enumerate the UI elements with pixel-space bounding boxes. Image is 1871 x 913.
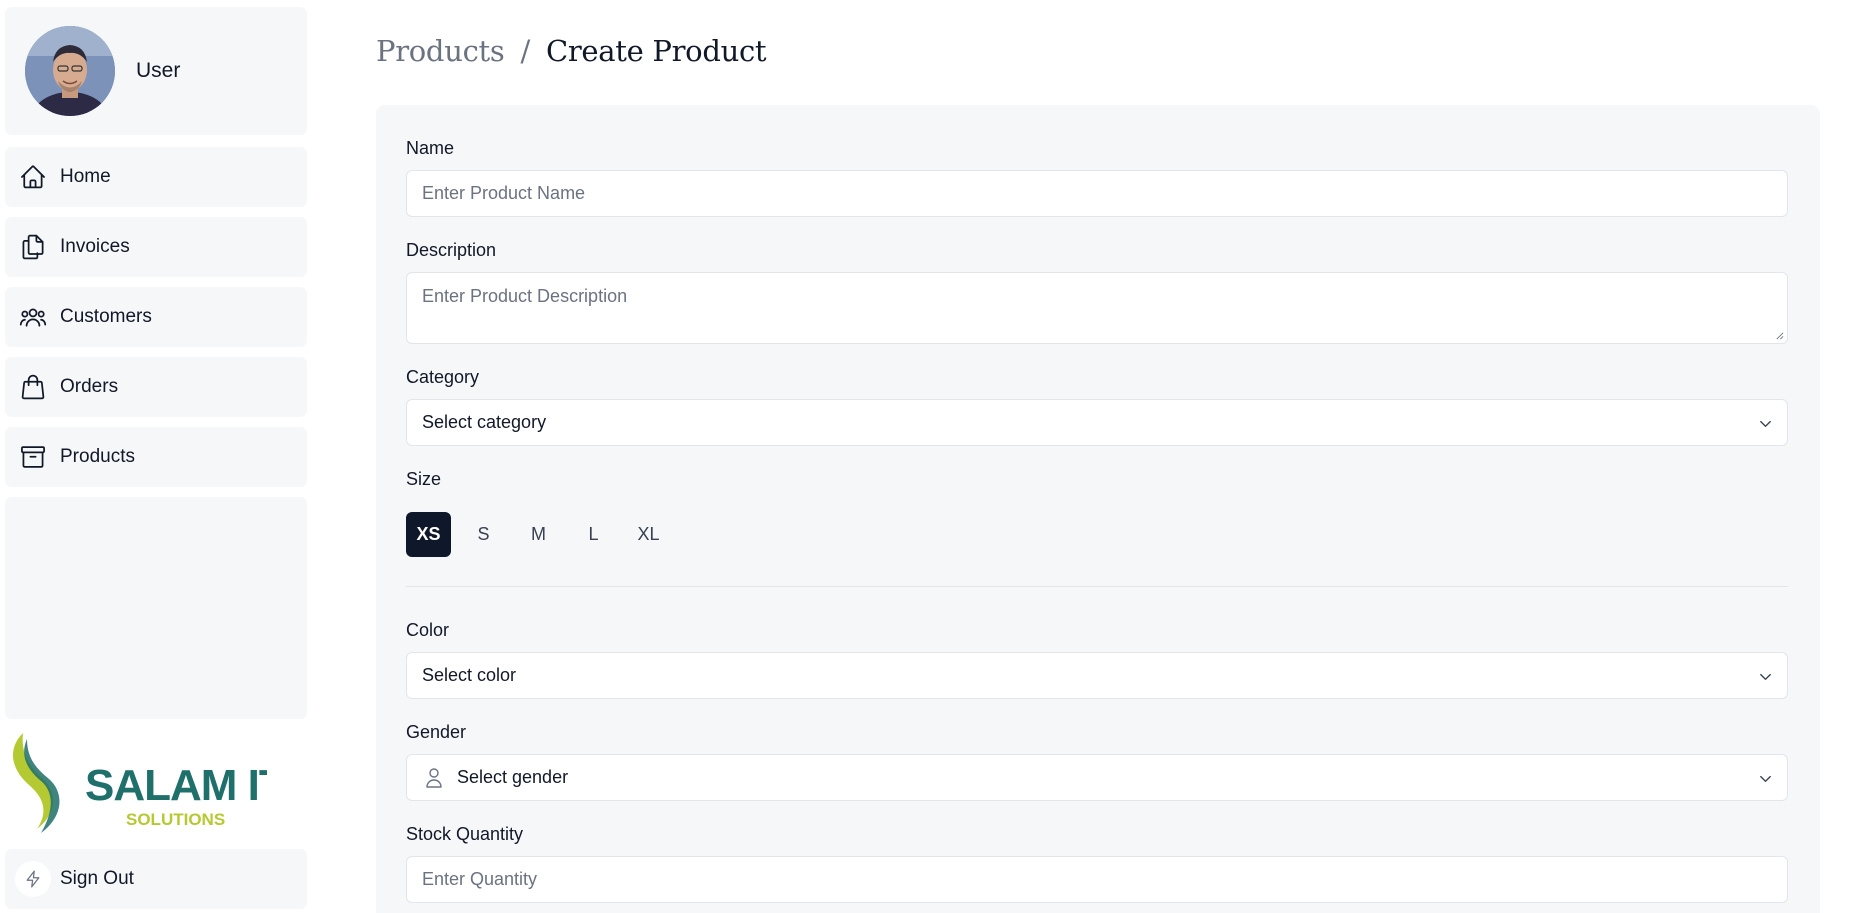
color-value: Select color [422,665,517,685]
stock-quantity-input[interactable]: Enter Quantity [406,856,1788,903]
sidebar-item-label: Invoices [60,236,130,257]
sign-out-label: Sign Out [60,868,134,889]
company-logo: SALAM IT SOLUTIONS [7,729,287,841]
size-option-xl[interactable]: XL [626,512,671,557]
users-icon [19,308,47,327]
name-placeholder: Enter Product Name [422,183,586,203]
home-icon [21,165,45,189]
chevron-down-icon [1760,420,1771,428]
sidebar: User Home Invoices Customers Orders Prod… [5,7,307,913]
size-option-l[interactable]: L [571,512,616,557]
user-name: User [136,59,181,82]
chevron-down-icon [1760,673,1771,681]
sidebar-spacer [5,497,307,719]
color-label: Color [406,620,450,640]
documents-icon [22,234,44,260]
category-select[interactable]: Select category [406,399,1788,446]
user-card: User [5,7,307,135]
category-value: Select category [422,412,547,432]
sidebar-item-products[interactable]: Products [5,427,307,487]
sidebar-item-label: Home [60,166,111,187]
description-label: Description [406,240,497,260]
sidebar-item-customers[interactable]: Customers [5,287,307,347]
archive-box-icon [21,446,45,468]
sign-out-button[interactable]: Sign Out [5,849,307,909]
color-select[interactable]: Select color [406,652,1788,699]
user-avatar[interactable] [25,26,115,116]
breadcrumb: Products / Create Product [376,34,767,68]
breadcrumb-parent-link[interactable]: Products [376,34,505,68]
stock-quantity-placeholder: Enter Quantity [422,869,538,889]
svg-text:SOLUTIONS: SOLUTIONS [126,810,225,829]
resize-handle-icon[interactable] [1775,331,1784,340]
sidebar-item-orders[interactable]: Orders [5,357,307,417]
divider [406,586,1788,587]
breadcrumb-separator: / [520,34,530,68]
size-toggle-group: XS S M L XL [406,512,671,557]
bolt-icon [15,861,51,897]
description-textarea[interactable]: Enter Product Description [406,272,1788,344]
size-label: Size [406,469,442,489]
gender-label: Gender [406,722,467,742]
sidebar-item-label: Products [60,446,135,467]
description-placeholder: Enter Product Description [422,286,628,306]
category-label: Category [406,367,480,387]
name-input[interactable]: Enter Product Name [406,170,1788,217]
shopping-bag-icon [21,374,45,400]
svg-text:SALAM IT: SALAM IT [85,761,267,810]
sidebar-item-label: Orders [60,376,119,397]
gender-value: Select gender [457,767,569,787]
gender-select[interactable]: Select gender [406,754,1788,801]
size-option-m[interactable]: M [516,512,561,557]
stock-quantity-label: Stock Quantity [406,824,524,844]
sidebar-item-home[interactable]: Home [5,147,307,207]
chevron-down-icon [1760,775,1771,783]
user-icon [426,768,442,788]
page-title: Create Product [545,34,767,68]
name-label: Name [406,138,455,158]
size-option-s[interactable]: S [461,512,506,557]
sidebar-item-invoices[interactable]: Invoices [5,217,307,277]
size-option-xs[interactable]: XS [406,512,451,557]
sidebar-item-label: Customers [60,306,152,327]
